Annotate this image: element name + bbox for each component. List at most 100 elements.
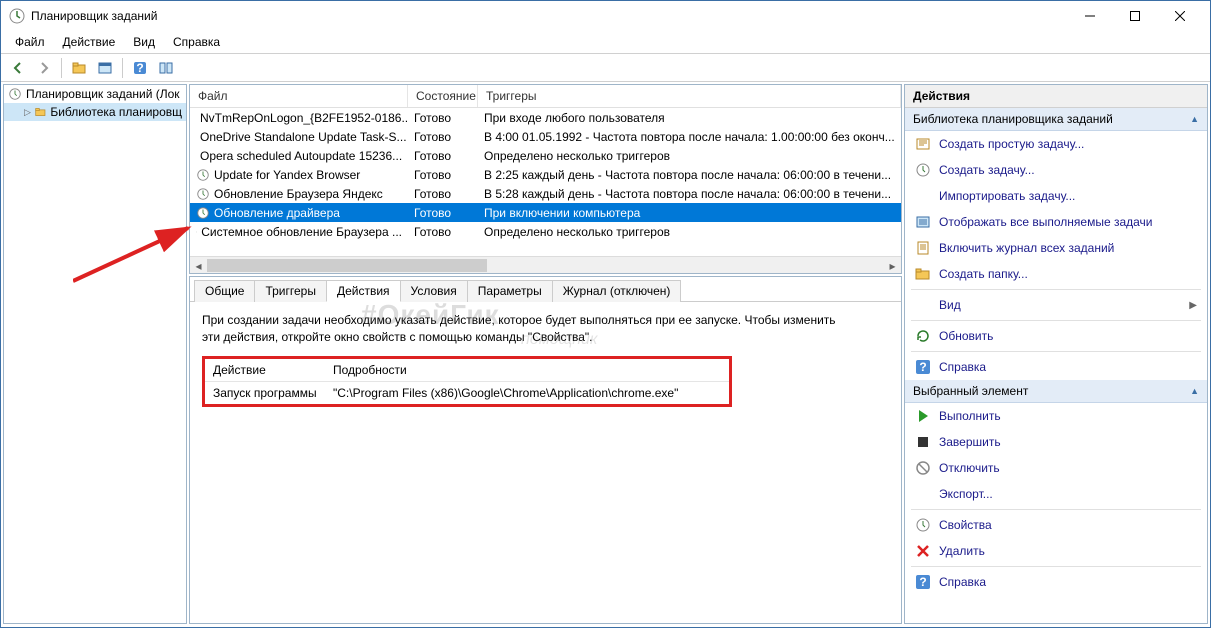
task-icon <box>196 187 210 201</box>
action-item[interactable]: Выполнить <box>905 403 1207 429</box>
action-col-header[interactable]: Действие <box>205 359 325 381</box>
tab-conditions[interactable]: Условия <box>400 280 468 302</box>
expand-icon[interactable]: ▷ <box>24 107 31 118</box>
action-label: Экспорт... <box>939 487 1197 501</box>
menu-view[interactable]: Вид <box>125 33 163 51</box>
menu-file[interactable]: Файл <box>7 33 53 51</box>
task-row[interactable]: OneDrive Standalone Update Task-S...Гото… <box>190 127 901 146</box>
action-label: Удалить <box>939 544 1197 558</box>
actions-table: Действие Подробности Запуск программы "C… <box>202 356 732 407</box>
log-icon <box>915 240 931 256</box>
col-state[interactable]: Состояние <box>408 85 478 107</box>
action-item[interactable]: Экспорт... <box>905 481 1207 507</box>
action-item[interactable]: Создать папку... <box>905 261 1207 287</box>
collapse-icon: ▲ <box>1190 114 1199 124</box>
col-triggers[interactable]: Триггеры <box>478 85 901 107</box>
task-row[interactable]: Обновление Браузера ЯндексГотовоВ 5:28 к… <box>190 184 901 203</box>
separator <box>911 351 1201 352</box>
horizontal-scrollbar[interactable]: ◂ ▸ <box>190 256 901 273</box>
window-title: Планировщик заданий <box>31 9 1067 23</box>
action-item[interactable]: Отключить <box>905 455 1207 481</box>
action-label: Выполнить <box>939 409 1197 423</box>
action-label: Создать задачу... <box>939 163 1197 177</box>
action-item[interactable]: Свойства <box>905 512 1207 538</box>
collapse-icon: ▲ <box>1190 386 1199 396</box>
toolbar-help-button[interactable]: ? <box>129 57 151 79</box>
action-label: Создать простую задачу... <box>939 137 1197 151</box>
back-button[interactable] <box>7 57 29 79</box>
section-label: Библиотека планировщика заданий <box>913 112 1113 126</box>
action-item[interactable]: Отображать все выполняемые задачи <box>905 209 1207 235</box>
action-label: Отключить <box>939 461 1197 475</box>
tree-root-label: Планировщик заданий (Лок <box>26 87 180 101</box>
details-cell: "C:\Program Files (x86)\Google\Chrome\Ap… <box>325 382 729 404</box>
col-file[interactable]: Файл <box>190 85 408 107</box>
action-label: Отображать все выполняемые задачи <box>939 215 1197 229</box>
tab-params[interactable]: Параметры <box>467 280 553 302</box>
tree-root[interactable]: Планировщик заданий (Лок <box>4 85 186 103</box>
action-item[interactable]: Вид▶ <box>905 292 1207 318</box>
task-row[interactable]: NvTmRepOnLogon_{B2FE1952-0186...ГотовоПр… <box>190 108 901 127</box>
showall-icon <box>915 214 931 230</box>
action-item[interactable]: Импортировать задачу... <box>905 183 1207 209</box>
action-item[interactable]: Создать задачу... <box>905 157 1207 183</box>
action-cell: Запуск программы <box>205 382 325 404</box>
task-row[interactable]: Системное обновление Браузера ...ГотовоО… <box>190 222 901 241</box>
task-list: Файл Состояние Триггеры NvTmRepOnLogon_{… <box>189 84 902 274</box>
separator <box>911 509 1201 510</box>
actions-section-selected[interactable]: Выбранный элемент ▲ <box>905 380 1207 403</box>
details-col-header[interactable]: Подробности <box>325 359 729 381</box>
action-item[interactable]: Обновить <box>905 323 1207 349</box>
tab-triggers[interactable]: Триггеры <box>254 280 327 302</box>
scroll-right-icon[interactable]: ▸ <box>884 257 901 274</box>
action-item[interactable]: Включить журнал всех заданий <box>905 235 1207 261</box>
toolbar-divider <box>122 58 123 78</box>
help-icon: ? <box>915 359 931 375</box>
action-row[interactable]: Запуск программы "C:\Program Files (x86)… <box>205 382 729 404</box>
none-icon <box>915 486 931 502</box>
task-state: Готово <box>408 168 478 182</box>
toolbar-folder-button[interactable] <box>68 57 90 79</box>
maximize-button[interactable] <box>1112 2 1157 30</box>
scroll-left-icon[interactable]: ◂ <box>190 257 207 274</box>
action-label: Завершить <box>939 435 1197 449</box>
action-item[interactable]: Удалить <box>905 538 1207 564</box>
tab-general[interactable]: Общие <box>194 280 255 302</box>
tab-actions[interactable]: Действия <box>326 280 401 302</box>
action-item[interactable]: ?Справка <box>905 569 1207 595</box>
task-state: Готово <box>408 149 478 163</box>
task-state: Готово <box>408 206 478 220</box>
separator <box>911 289 1201 290</box>
task-row[interactable]: Opera scheduled Autoupdate 15236...Готов… <box>190 146 901 165</box>
tree-library[interactable]: ▷ Библиотека планировщ <box>4 103 186 121</box>
task-icon <box>196 225 197 239</box>
menu-help[interactable]: Справка <box>165 33 228 51</box>
action-item[interactable]: ? Справка <box>905 354 1207 380</box>
forward-button[interactable] <box>33 57 55 79</box>
separator <box>911 566 1201 567</box>
task-trigger: При входе любого пользователя <box>478 111 901 125</box>
center-pane: Файл Состояние Триггеры NvTmRepOnLogon_{… <box>189 84 902 624</box>
action-label: Включить журнал всех заданий <box>939 241 1197 255</box>
toolbar-window-button[interactable] <box>94 57 116 79</box>
task-state: Готово <box>408 130 478 144</box>
action-item[interactable]: Создать простую задачу... <box>905 131 1207 157</box>
menu-action[interactable]: Действие <box>55 33 124 51</box>
close-button[interactable] <box>1157 2 1202 30</box>
actions-section-library[interactable]: Библиотека планировщика заданий ▲ <box>905 108 1207 131</box>
task-name: OneDrive Standalone Update Task-S... <box>200 130 407 144</box>
none-icon <box>915 188 931 204</box>
action-item[interactable]: Завершить <box>905 429 1207 455</box>
action-label: Справка <box>939 360 1197 374</box>
task-list-header: Файл Состояние Триггеры <box>190 85 901 108</box>
minimize-button[interactable] <box>1067 2 1112 30</box>
scroll-thumb[interactable] <box>207 259 487 272</box>
task-icon <box>915 162 931 178</box>
props-icon <box>915 517 931 533</box>
task-row[interactable]: Update for Yandex BrowserГотовоВ 2:25 ка… <box>190 165 901 184</box>
task-row[interactable]: Обновление драйвераГотовоПри включении к… <box>190 203 901 222</box>
tab-journal[interactable]: Журнал (отключен) <box>552 280 682 302</box>
task-state: Готово <box>408 187 478 201</box>
toolbar-panes-button[interactable] <box>155 57 177 79</box>
action-label: Вид <box>939 298 1181 312</box>
